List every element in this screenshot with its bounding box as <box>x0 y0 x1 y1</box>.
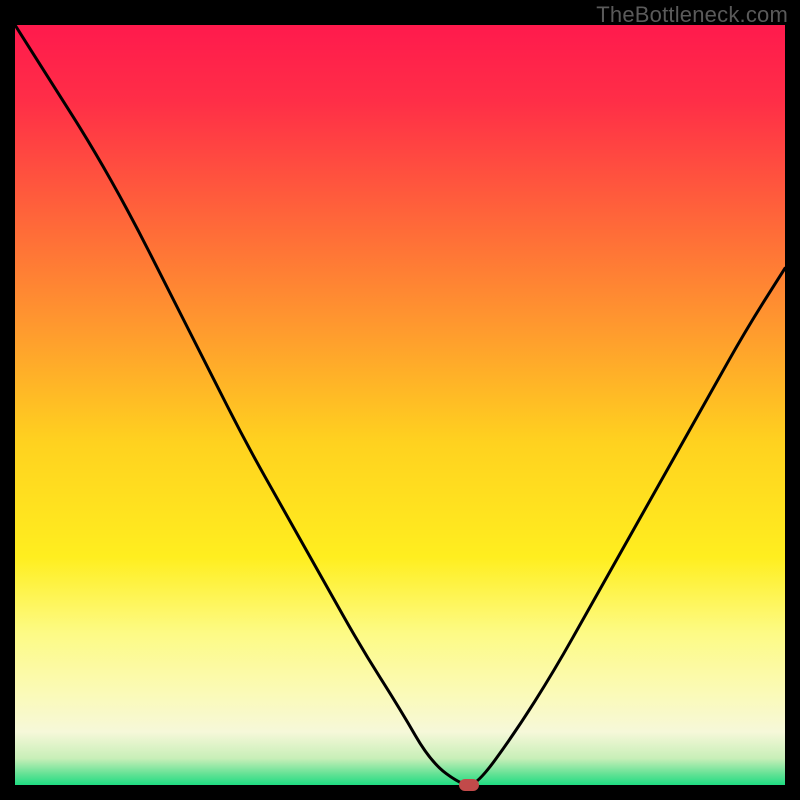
chart-frame <box>15 25 785 785</box>
bottleneck-chart <box>15 25 785 785</box>
gradient-background <box>15 25 785 785</box>
optimal-point-marker <box>459 779 479 791</box>
